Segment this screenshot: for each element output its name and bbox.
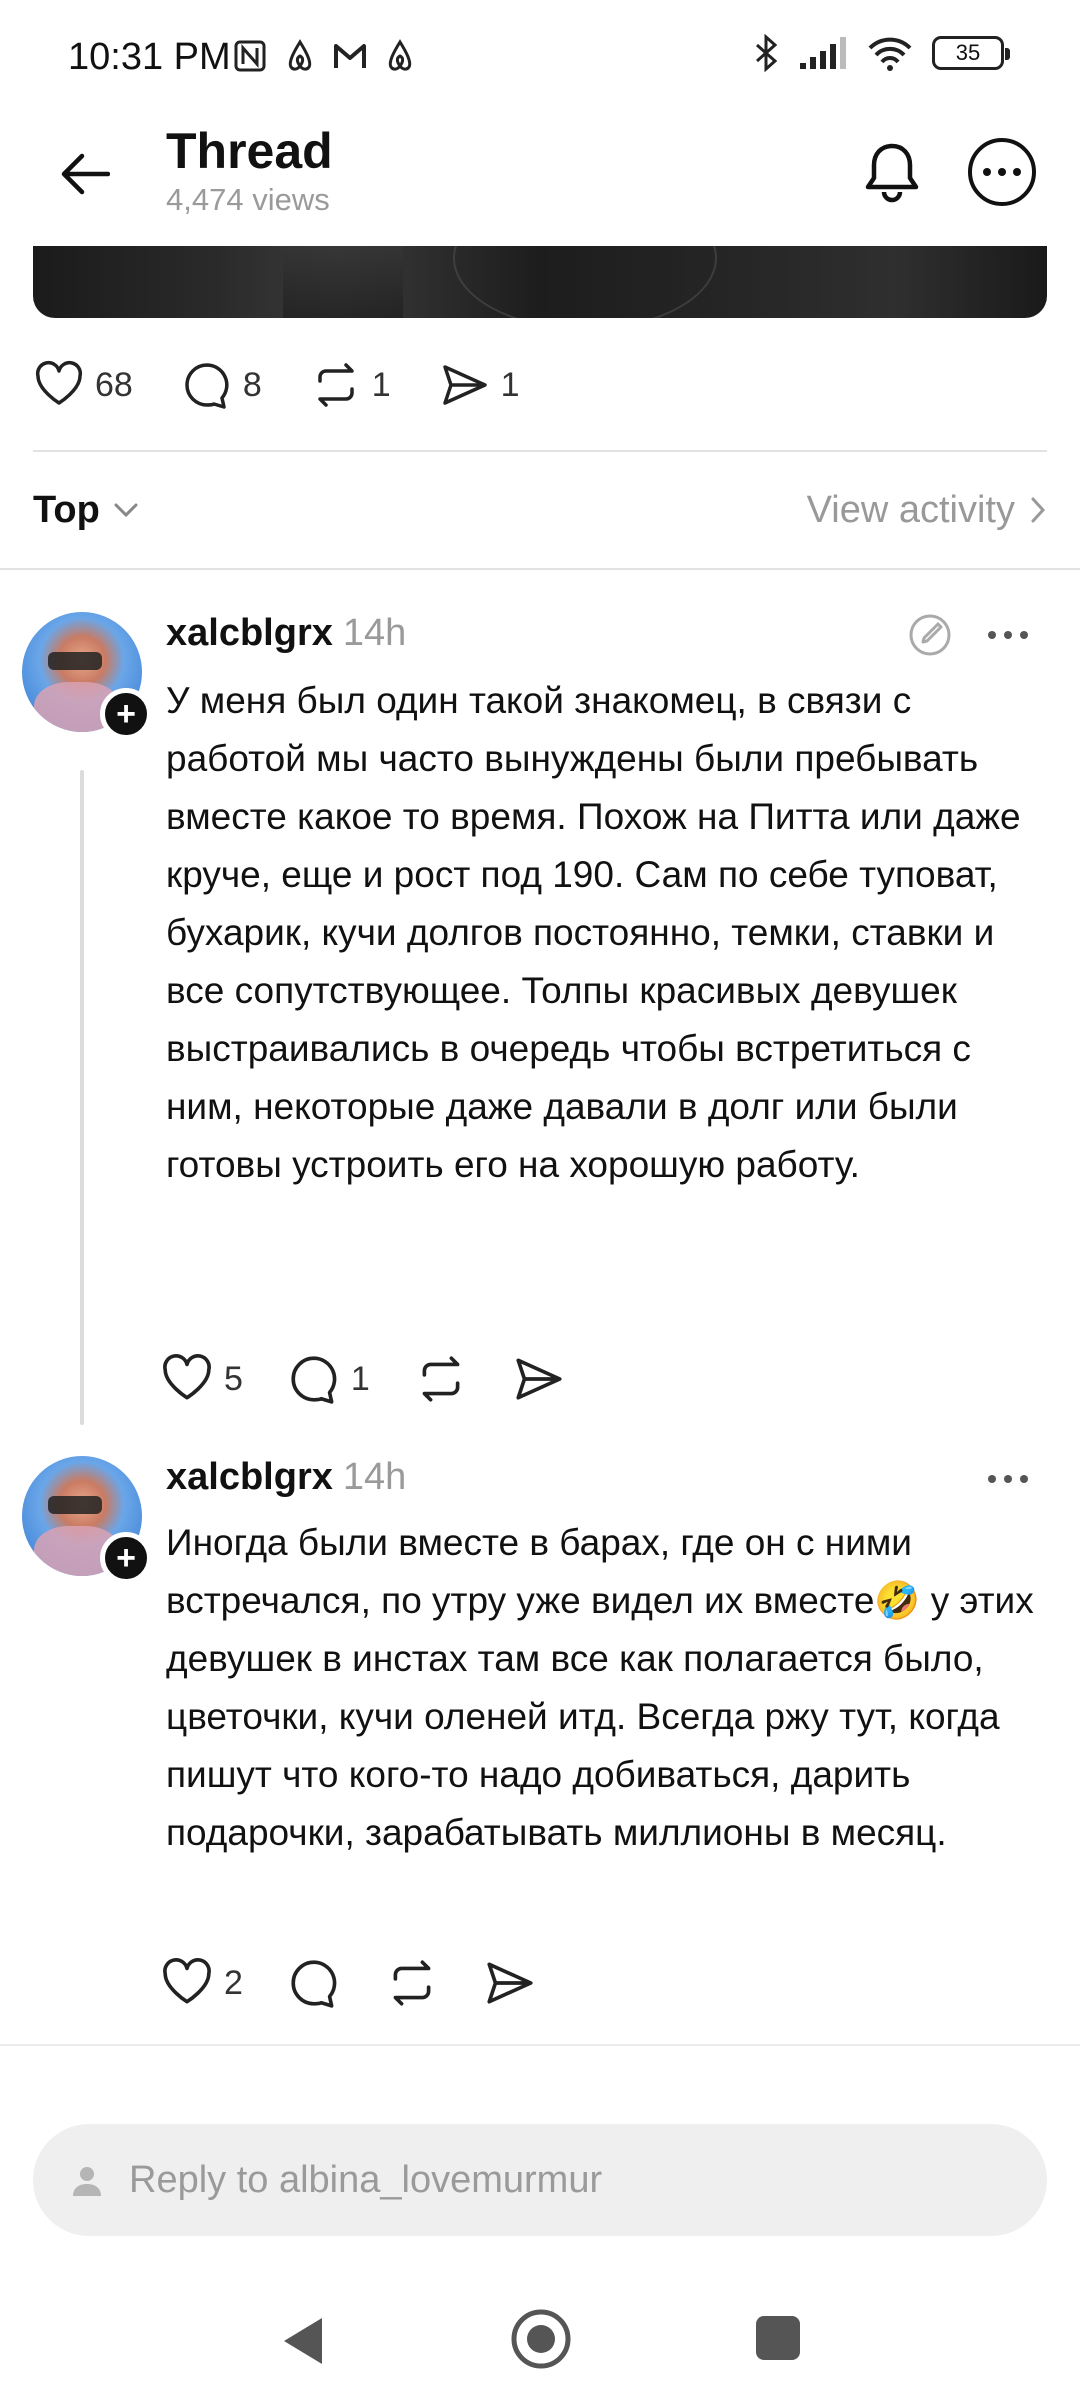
- repost-icon: [422, 1356, 460, 1402]
- follow-plus-icon[interactable]: +: [100, 1532, 152, 1584]
- bluetooth-icon: [756, 34, 778, 72]
- repost-count: 1: [371, 365, 391, 404]
- dot: [988, 631, 996, 639]
- share-count: 1: [500, 365, 520, 404]
- dot: [1020, 1475, 1028, 1483]
- reply-actions: 2: [160, 1948, 581, 2018]
- repost-icon: [393, 1960, 431, 2006]
- repost-button[interactable]: 1: [310, 348, 391, 422]
- view-activity-label: View activity: [806, 488, 1015, 531]
- notification-icons: [232, 38, 418, 74]
- battery-icon: 35: [932, 36, 1010, 70]
- comment-count: 1: [350, 1359, 370, 1398]
- send-icon: [487, 1962, 533, 2004]
- repost-button[interactable]: [414, 1342, 468, 1416]
- thread-line: [80, 770, 84, 1425]
- dot: [1013, 168, 1021, 176]
- comment-icon: [185, 363, 229, 409]
- divider: [33, 450, 1047, 452]
- reply-text: У меня был один такой знакомец, в связи …: [166, 680, 1021, 1185]
- more-options-button[interactable]: [968, 138, 1036, 206]
- page-title: Thread: [166, 123, 333, 179]
- comment-count: 8: [242, 365, 262, 404]
- like-button[interactable]: 68: [33, 348, 133, 422]
- reply-more-button[interactable]: [988, 1469, 1028, 1489]
- like-count: 68: [95, 365, 133, 404]
- reply-composer[interactable]: [33, 2124, 1047, 2236]
- share-button[interactable]: [483, 1946, 537, 2020]
- status-time: 10:31 PM: [68, 36, 231, 78]
- battery-level: 35: [955, 40, 981, 65]
- sort-dropdown[interactable]: Top: [33, 489, 140, 532]
- like-button[interactable]: 2: [160, 1946, 243, 2020]
- reply-input[interactable]: [129, 2158, 979, 2202]
- dot: [1004, 1475, 1012, 1483]
- like-count: 2: [224, 1963, 243, 2002]
- comment-button[interactable]: 8: [181, 348, 262, 422]
- heart-icon: [163, 1958, 211, 2004]
- comment-icon: [291, 1960, 337, 2008]
- back-button[interactable]: [52, 142, 116, 206]
- repost-icon: [318, 363, 354, 407]
- system-nav-bar: [0, 2270, 1080, 2400]
- view-activity-link[interactable]: View activity: [807, 489, 1047, 532]
- status-bar: 10:31 PM 35: [0, 0, 1080, 118]
- nfc-icon: [234, 40, 266, 72]
- repost-button[interactable]: [385, 1946, 439, 2020]
- post-actions: 68 8 1 1: [33, 348, 568, 422]
- wifi-icon: [868, 37, 912, 71]
- like-button[interactable]: 5: [160, 1342, 243, 1416]
- comment-button[interactable]: [287, 1946, 341, 2020]
- comment-icon: [291, 1356, 337, 1404]
- notifications-button[interactable]: [856, 136, 928, 208]
- nav-home-icon[interactable]: [510, 2308, 572, 2370]
- share-button[interactable]: [512, 1342, 566, 1416]
- send-icon: [516, 1358, 562, 1400]
- airbnb-icon: [288, 39, 312, 71]
- dot: [988, 1475, 996, 1483]
- reply-username[interactable]: xalcblgrx 14h: [166, 612, 406, 655]
- follow-plus-icon[interactable]: +: [100, 688, 152, 740]
- comment-button[interactable]: 1: [287, 1342, 370, 1416]
- gmail-icon: [334, 44, 366, 68]
- reply-actions: 5 1: [160, 1344, 610, 1414]
- divider: [0, 568, 1080, 570]
- timestamp: 14h: [342, 1456, 407, 1498]
- airbnb-icon: [388, 39, 412, 71]
- sort-label: Top: [33, 488, 100, 531]
- arrow-left-icon: [61, 153, 110, 195]
- reply-username[interactable]: xalcblgrx 14h: [166, 1456, 406, 1499]
- dot: [1020, 631, 1028, 639]
- bell-icon: [865, 143, 919, 203]
- dot: [983, 168, 991, 176]
- timestamp: 14h: [342, 612, 407, 654]
- system-status-icons: 35: [754, 34, 1010, 72]
- thread-header: Thread 4,474 views: [0, 118, 1080, 246]
- chevron-down-icon: [114, 503, 138, 518]
- dot: [1004, 631, 1012, 639]
- view-count: 4,474 views: [166, 182, 330, 217]
- like-count: 5: [224, 1359, 243, 1398]
- user-icon: [73, 2167, 101, 2196]
- reply-text: Иногда были вместе в барах, где он с ним…: [166, 1522, 1034, 1853]
- edit-pencil-icon[interactable]: [905, 610, 955, 660]
- signal-icon: [800, 37, 846, 69]
- nav-back-icon[interactable]: [278, 2314, 326, 2368]
- dot: [998, 168, 1006, 176]
- chevron-right-icon: [1031, 497, 1046, 523]
- reply-more-button[interactable]: [988, 625, 1028, 645]
- nav-recents-icon[interactable]: [756, 2316, 800, 2360]
- sort-row: Top View activity: [33, 472, 1047, 548]
- heart-icon: [35, 361, 83, 405]
- divider: [0, 2044, 1080, 2046]
- share-button[interactable]: 1: [439, 348, 520, 422]
- username-text: xalcblgrx: [166, 1456, 333, 1498]
- send-icon: [442, 365, 487, 405]
- username-text: xalcblgrx: [166, 612, 333, 654]
- heart-icon: [163, 1354, 211, 1400]
